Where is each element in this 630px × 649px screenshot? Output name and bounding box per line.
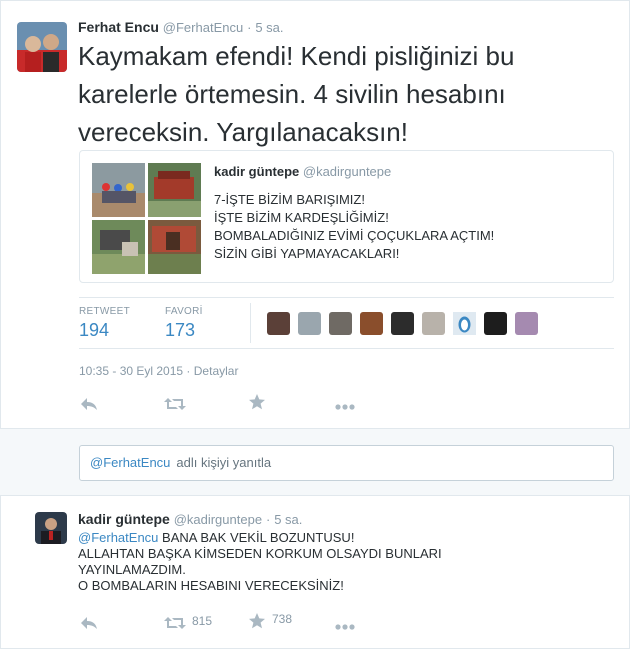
- quoted-tweet-card[interactable]: kadir güntepe @kadirguntepe 7-İŞTE BİZİM…: [79, 150, 614, 283]
- stats-divider: [250, 303, 251, 343]
- retweet-count[interactable]: 194: [79, 320, 109, 341]
- avatar-photo: [17, 22, 67, 72]
- retweet-icon: [164, 397, 186, 410]
- reply-button[interactable]: [80, 395, 98, 413]
- favoriter-avatar[interactable]: [267, 312, 290, 335]
- reply-text-line: @FerhatEncu BANA BAK VEKİL BOZUNTUSU!: [78, 530, 442, 546]
- reply-icon: [81, 616, 97, 629]
- reply-author-handle[interactable]: @kadirguntepe: [174, 512, 262, 527]
- reply-text-line: O BOMBALARIN HESABINI VERECEKSİNİZ!: [78, 578, 344, 593]
- quoted-text-line: 7-İŞTE BİZİM BARIŞIMIZ!: [214, 192, 365, 207]
- retweet-label: RETWEET: [79, 306, 130, 317]
- reply-author-name[interactable]: kadir güntepe: [78, 511, 170, 527]
- favoriter-avatar[interactable]: [298, 312, 321, 335]
- retweet-button[interactable]: [164, 395, 186, 413]
- favorite-button[interactable]: [248, 393, 266, 411]
- tweet-timestamp: 10:35 - 30 Eyl 2015: [79, 364, 184, 378]
- reply-text-line: ALLAHTAN BAŞKA KİMSEDEN KORKUM OLSAYDI B…: [78, 546, 442, 561]
- reply-tweet-time[interactable]: 5 sa.: [274, 512, 302, 527]
- quoted-author-handle[interactable]: @kadirguntepe: [303, 164, 391, 179]
- avatar-photo: [35, 512, 67, 544]
- favoriter-avatar[interactable]: [453, 312, 476, 335]
- egg-icon: [453, 312, 476, 335]
- retweet-count: 815: [192, 614, 213, 628]
- separator-dot: ·: [247, 20, 252, 35]
- separator-dot: ·: [186, 364, 194, 378]
- author-name[interactable]: Ferhat Encu: [78, 19, 159, 35]
- separator-dot: ·: [265, 512, 271, 527]
- favoriter-avatar[interactable]: [515, 312, 538, 335]
- reply-area: @FerhatEncu adlı kişiyi yanıtla: [0, 428, 630, 496]
- tweet-stats: RETWEET 194 FAVORİ 173: [79, 297, 614, 349]
- quoted-text-line: SİZİN GİBİ YAPMAYACAKLARI!: [214, 246, 400, 261]
- tweet-text: Kaymakam efendi! Kendi pisliğinizi bu ka…: [78, 37, 598, 151]
- favorite-count: 738: [272, 612, 293, 627]
- favorite-count[interactable]: 173: [165, 320, 195, 341]
- details-link[interactable]: Detaylar: [194, 364, 239, 378]
- favorite-label: FAVORİ: [165, 306, 203, 317]
- reply-tweet-reply-button[interactable]: [80, 614, 98, 632]
- tweet-header: Ferhat Encu @FerhatEncu · 5 sa.: [78, 19, 284, 35]
- more-icon: [335, 404, 355, 410]
- quoted-photo[interactable]: [148, 220, 201, 274]
- author-avatar[interactable]: [17, 22, 67, 72]
- reply-text-line: YAYINLAMAZDIM.: [78, 562, 186, 577]
- favoriter-avatar[interactable]: [329, 312, 352, 335]
- favorite-star-icon: [249, 394, 265, 410]
- favorite-star-icon: [249, 613, 265, 629]
- quoted-media-grid[interactable]: [92, 163, 201, 274]
- favoriter-avatar[interactable]: [422, 312, 445, 335]
- reply-tweet-more-button[interactable]: [334, 618, 356, 636]
- quoted-author-name[interactable]: kadir güntepe: [214, 164, 299, 179]
- reply-tweet-retweet-button[interactable]: 815: [164, 614, 212, 632]
- main-tweet: Ferhat Encu @FerhatEncu · 5 sa. Kaymakam…: [0, 0, 630, 428]
- quoted-photo[interactable]: [92, 220, 145, 274]
- reply-tweet-favorite-button[interactable]: 738: [248, 612, 292, 630]
- tweet-meta: 10:35 - 30 Eyl 2015 · Detaylar: [79, 364, 238, 378]
- reply-author-avatar[interactable]: [35, 512, 67, 544]
- reply-icon: [81, 397, 97, 410]
- reply-input[interactable]: @FerhatEncu adlı kişiyi yanıtla: [79, 445, 614, 481]
- favoriter-avatar[interactable]: [484, 312, 507, 335]
- quoted-text-line: İŞTE BİZİM KARDEŞLİĞİMİZ!: [214, 210, 389, 225]
- tweet-text-line: karelerle örtemesin. 4 sivilin hesabını: [78, 79, 506, 109]
- reply-text-first: BANA BAK VEKİL BOZUNTUSU!: [162, 530, 355, 545]
- author-handle[interactable]: @FerhatEncu: [163, 20, 243, 35]
- more-icon: [335, 624, 355, 630]
- reply-text-mention[interactable]: @FerhatEncu: [78, 530, 158, 545]
- quoted-photo[interactable]: [92, 163, 145, 217]
- tweet-time[interactable]: 5 sa.: [255, 20, 283, 35]
- more-button[interactable]: [334, 398, 356, 416]
- reply-placeholder: adlı kişiyi yanıtla: [176, 455, 272, 470]
- tweet-text-line: vereceksin. Yargılanacaksın!: [78, 117, 408, 147]
- favoriter-avatar[interactable]: [391, 312, 414, 335]
- favoriter-avatar[interactable]: [360, 312, 383, 335]
- quoted-photo[interactable]: [148, 163, 201, 217]
- reply-tweet-text: @FerhatEncu BANA BAK VEKİL BOZUNTUSU! AL…: [78, 530, 442, 594]
- quoted-author: kadir güntepe @kadirguntepe: [214, 164, 391, 179]
- retweet-icon: [164, 616, 186, 629]
- reply-tweet-header: kadir güntepe @kadirguntepe · 5 sa.: [78, 511, 302, 527]
- quoted-text-line: BOMBALADIĞINIZ EVİMİ ÇOÇUKLARA AÇTIM!: [214, 228, 495, 243]
- tweet-text-line: Kaymakam efendi! Kendi pisliğinizi bu: [78, 41, 515, 71]
- reply-mention: @FerhatEncu: [90, 455, 171, 470]
